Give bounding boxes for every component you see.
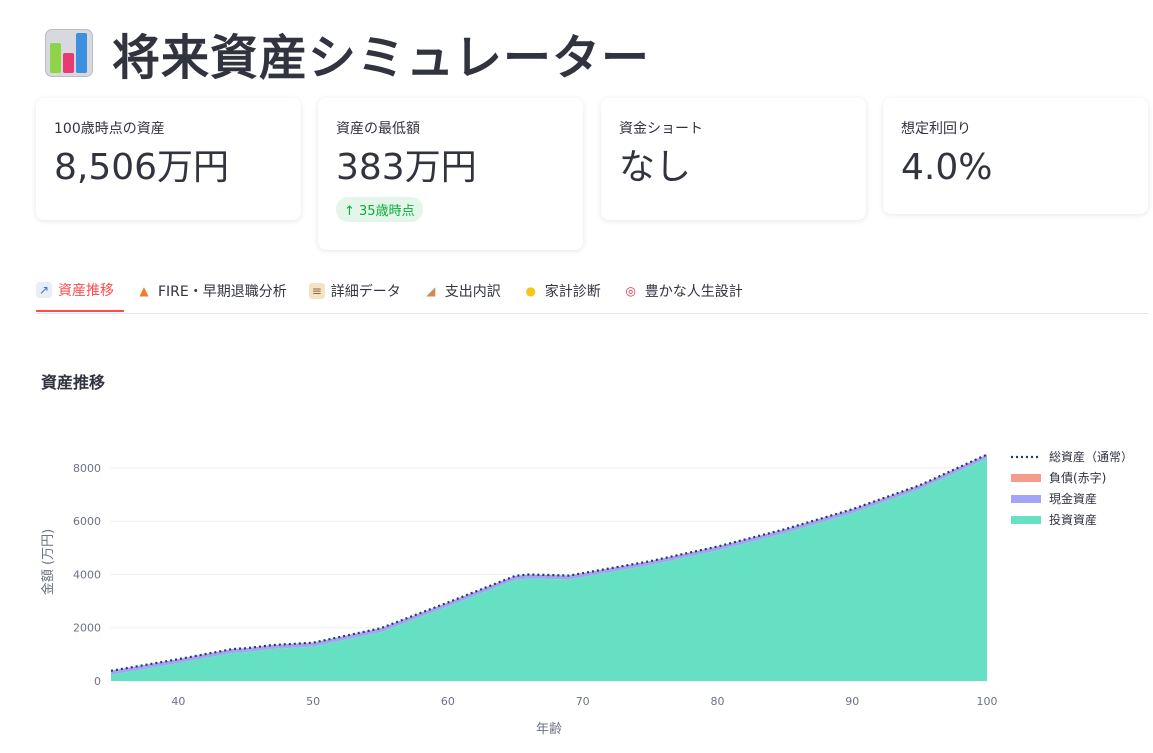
tab-label: 支出内訳 <box>444 284 501 300</box>
legend-label: 負債(赤字) <box>1049 470 1106 485</box>
metric-expected-return: 想定利回り 4.0% <box>883 98 1148 214</box>
legend-label: 投資資産 <box>1049 512 1097 527</box>
tab-life-design[interactable]: ◎ 豊かな人生設計 <box>623 270 753 312</box>
page-title: 将来資産シミュレーター <box>112 30 651 86</box>
chart-areas <box>111 454 987 681</box>
metric-label: 100歳時点の資産 <box>54 121 165 137</box>
y-tick-label: 8000 <box>73 462 101 475</box>
tab-bar: ↗ 資産推移 ▲ FIRE・早期退職分析 ≡ 詳細データ ◢ 支出内訳 ● 家計… <box>36 270 1148 314</box>
metric-value: なし <box>619 147 692 188</box>
legend-label: 総資産（通常） <box>1049 449 1133 464</box>
fire-icon: ▲ <box>139 284 149 298</box>
tab-label: 詳細データ <box>330 284 401 300</box>
metric-asset-at-100: 100歳時点の資産 8,506万円 <box>36 98 301 220</box>
chart-icon: ↗ <box>36 282 52 298</box>
chart-legend: 総資産（通常） 負債(赤字) 現金資産投資資産 <box>1011 449 1133 527</box>
investment-area <box>111 458 987 681</box>
lightbulb-icon: ● <box>525 284 536 298</box>
metric-cash-shortage: 資金ショート なし <box>601 98 866 220</box>
y-tick-label: 0 <box>94 675 101 688</box>
cake-icon: ◢ <box>426 284 436 298</box>
target-icon: ◎ <box>625 284 636 298</box>
y-tick-label: 6000 <box>73 515 101 528</box>
tab-fire-analysis[interactable]: ▲ FIRE・早期退職分析 <box>136 270 297 312</box>
asset-trend-chart: 40 50 60 70 80 90 100 0 2000 4000 6000 8000 年齢 金額 … <box>40 449 1133 737</box>
metric-delta-badge: ↑ 35歳時点 <box>336 197 423 223</box>
legend-swatch <box>1011 516 1041 524</box>
tab-label: FIRE・早期退職分析 <box>158 284 287 300</box>
metric-label: 資金ショート <box>619 121 703 137</box>
metric-label: 想定利回り <box>901 121 971 137</box>
tab-label: 豊かな人生設計 <box>644 284 743 300</box>
x-tick-label: 70 <box>576 695 590 708</box>
x-tick-label: 90 <box>845 695 859 708</box>
metric-value: 383万円 <box>336 147 477 188</box>
tab-household-diagnosis[interactable]: ● 家計診断 <box>523 270 611 312</box>
legend-swatch <box>1011 495 1041 503</box>
app-header: 将来資産シミュレーター <box>44 18 650 88</box>
y-tick-label: 2000 <box>73 622 101 635</box>
x-tick-label: 60 <box>441 695 455 708</box>
x-axis-ticks: 40 50 60 70 80 90 100 <box>171 695 997 708</box>
metric-value: 4.0% <box>901 147 993 188</box>
tab-label: 家計診断 <box>544 284 601 300</box>
metric-value: 8,506万円 <box>54 147 230 188</box>
tab-asset-trend[interactable]: ↗ 資産推移 <box>36 270 124 312</box>
bar-chart-icon <box>44 27 94 79</box>
x-axis-title: 年齢 <box>536 722 562 737</box>
x-tick-label: 50 <box>306 695 320 708</box>
section-title: 資産推移 <box>41 373 106 392</box>
tab-label: 資産推移 <box>58 283 114 299</box>
y-tick-label: 4000 <box>73 568 101 581</box>
metric-label: 資産の最低額 <box>336 121 420 137</box>
metric-min-asset: 資産の最低額 383万円 ↑ 35歳時点 <box>318 98 583 250</box>
legend-swatch <box>1011 474 1041 482</box>
tab-detail-data[interactable]: ≡ 詳細データ <box>308 270 411 312</box>
y-axis-ticks: 0 2000 4000 6000 8000 <box>73 462 101 688</box>
x-tick-label: 100 <box>977 695 998 708</box>
tab-expense-breakdown[interactable]: ◢ 支出内訳 <box>423 270 511 312</box>
clipboard-icon: ≡ <box>308 283 325 299</box>
x-tick-label: 80 <box>710 695 724 708</box>
y-axis-title: 金額 (万円) <box>40 529 56 595</box>
legend-label: 現金資産 <box>1049 491 1097 506</box>
x-tick-label: 40 <box>171 695 185 708</box>
